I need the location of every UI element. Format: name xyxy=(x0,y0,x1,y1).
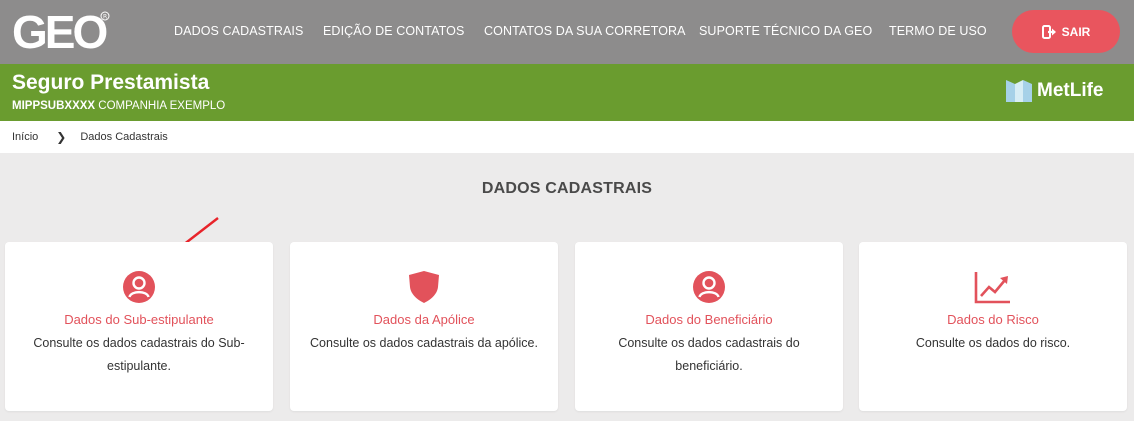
chevron-right-icon: ❯ xyxy=(56,130,67,144)
logout-button[interactable]: SAIR xyxy=(1012,10,1120,53)
breadcrumb: Início ❯ Dados Cadastrais xyxy=(0,121,1134,153)
nav-contatos-corretora[interactable]: CONTATOS DA SUA CORRETORA xyxy=(484,24,686,38)
card-description: Consulte os dados do risco. xyxy=(915,336,1071,350)
svg-text:GEO: GEO xyxy=(12,8,106,54)
nav-termo-uso[interactable]: TERMO DE USO xyxy=(889,24,987,38)
logout-icon xyxy=(1041,24,1056,39)
card-title: Dados do Risco xyxy=(947,312,1039,327)
card-description: Consulte os dados cadastrais da apólice. xyxy=(310,336,538,350)
trend-chart-icon xyxy=(974,272,1010,304)
nav-suporte-tecnico[interactable]: SUPORTE TÉCNICO DA GEO xyxy=(699,24,872,38)
breadcrumb-home[interactable]: Início xyxy=(12,131,38,143)
shield-icon xyxy=(409,271,439,303)
top-navigation-bar: GEO R DADOS CADASTRAIS EDIÇÃO DE CONTATO… xyxy=(0,0,1134,64)
card-title: Dados do Beneficiário xyxy=(645,312,773,327)
product-title: Seguro Prestamista xyxy=(12,71,210,94)
card-apolice[interactable]: Dados da Apólice Consulte os dados cadas… xyxy=(290,242,558,411)
nav-edicao-contatos[interactable]: EDIÇÃO DE CONTATOS xyxy=(323,24,464,38)
product-banner: Seguro Prestamista MIPPSUBXXXX COMPANHIA… xyxy=(0,64,1134,121)
card-description: Consulte os dados cadastrais do benefici… xyxy=(618,336,800,373)
card-title: Dados da Apólice xyxy=(373,312,475,327)
logout-label: SAIR xyxy=(1061,24,1091,39)
metlife-text: MetLife xyxy=(1037,80,1104,101)
metlife-logo: MetLife xyxy=(1006,80,1104,102)
user-circle-icon xyxy=(123,271,155,303)
policy-code: MIPPSUBXXXX xyxy=(12,100,96,112)
nav-dados-cadastrais[interactable]: DADOS CADASTRAIS xyxy=(174,24,303,38)
card-risco[interactable]: Dados do Risco Consulte os dados do risc… xyxy=(859,242,1127,411)
metlife-m-icon xyxy=(1006,80,1032,102)
card-beneficiario[interactable]: Dados do Beneficiário Consulte os dados … xyxy=(575,242,843,411)
company-name: COMPANHIA EXEMPLO xyxy=(98,100,226,112)
svg-text:R: R xyxy=(103,14,107,21)
card-title: Dados do Sub-estipulante xyxy=(64,312,214,327)
section-title: DADOS CADASTRAIS xyxy=(481,180,653,197)
product-subtitle: MIPPSUBXXXX COMPANHIA EXEMPLO xyxy=(12,100,225,112)
geo-logo[interactable]: GEO R xyxy=(12,6,112,58)
breadcrumb-current: Dados Cadastrais xyxy=(80,131,168,143)
card-sub-estipulante[interactable]: Dados do Sub-estipulante Consulte os dad… xyxy=(5,242,273,411)
user-circle-icon xyxy=(693,271,725,303)
card-description: Consulte os dados cadastrais do Sub-esti… xyxy=(33,336,245,373)
